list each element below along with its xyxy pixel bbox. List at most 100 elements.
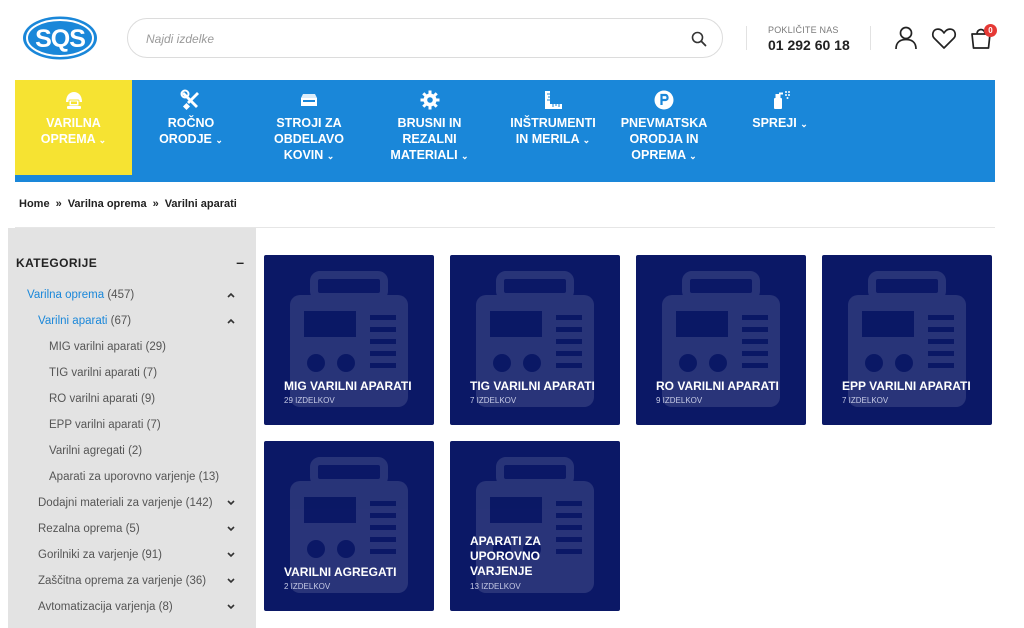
category-count: (2) [128,445,143,457]
chevron-down-icon: ⌄ [461,151,469,161]
sqs-logo[interactable]: SQS [22,16,98,60]
chevron-down-icon[interactable] [226,603,236,611]
category-count: (142) [185,497,213,509]
category-avtomatizacija[interactable]: Avtomatizacija varjenja (8) [38,601,173,613]
category-dodajni-materiali[interactable]: Dodajni materiali za varjenje (142) [38,497,213,509]
tile-count: 7 IZDELKOV [470,396,517,405]
breadcrumb-varilna-oprema[interactable]: Varilna oprema [68,198,147,210]
nav-item-rocno-orodje[interactable]: ROČNO ORODJE ⌄ [132,80,250,175]
category-label: Zaščitna oprema za varjenje [38,575,183,587]
tile-count: 7 IZDELKOV [842,396,889,405]
tools-icon [180,89,199,111]
category-mig-varilni-aparati[interactable]: MIG varilni aparati (29) [49,341,166,353]
category-label: Varilna oprema [27,289,105,301]
spray-icon [774,91,790,109]
category-tile-ro[interactable]: RO VARILNI APARATI 9 IZDELKOV [636,255,806,425]
category-label: MIG varilni aparati [49,341,143,353]
chevron-up-icon[interactable] [226,291,236,299]
search-input[interactable] [146,29,666,49]
gear-icon [420,90,439,110]
category-label: Gorilniki za varjenje [38,549,139,561]
breadcrumb-home[interactable]: Home [19,198,50,210]
chevron-down-icon: ⌄ [800,119,808,129]
breadcrumb: Home » Varilna oprema » Varilni aparati [19,198,237,210]
category-count: (36) [185,575,207,587]
tile-count: 13 IZDELKOV [470,582,521,591]
tile-title: VARILNI AGREGATI [284,565,397,579]
user-icon[interactable] [892,24,920,52]
category-tile-mig[interactable]: MIG VARILNI APARATI 29 IZDELKOV [264,255,434,425]
sidebar-title: KATEGORIJE [16,256,98,270]
ruler-icon [545,91,562,109]
category-label: RO varilni aparati [49,393,138,405]
helmet-icon [65,92,82,109]
chevron-down-icon: ⌄ [582,135,591,145]
category-tile-tig[interactable]: TIG VARILNI APARATI 7 IZDELKOV [450,255,620,425]
nav-item-brusni-in-rezalni-materiali[interactable]: BRUSNI IN REZALNI MATERIALI ⌄ [368,80,491,175]
chevron-down-icon[interactable] [226,551,236,559]
nav-bar: VARILNA OPREMA ⌄ ROČNO ORODJE ⌄ STROJI Z… [15,80,995,182]
nav-item-varilna-oprema[interactable]: VARILNA OPREMA ⌄ [15,80,132,175]
phone-number[interactable]: 01 292 60 18 [768,37,850,53]
collapse-icon[interactable]: – [236,254,244,270]
category-gorilniki[interactable]: Gorilniki za varjenje (91) [38,549,162,561]
category-aparati-za-uporovno-varjenje[interactable]: Aparati za uporovno varjenje (13) [49,471,219,483]
category-count: (67) [110,315,132,327]
tile-title: TIG VARILNI APARATI [470,379,595,393]
category-count: (7) [146,419,161,431]
category-label: Avtomatizacija varjenja [38,601,156,613]
category-label: Varilni aparati [38,315,108,327]
chevron-down-icon: ⌄ [98,135,107,145]
category-label: Aparati za uporovno varjenje [49,471,196,483]
chevron-down-icon: ⌄ [326,151,335,161]
category-label: Rezalna oprema [38,523,123,535]
tile-count: 2 IZDELKOV [284,582,331,591]
tile-title: RO VARILNI APARATI [656,379,779,393]
tile-title: APARATI ZA UPOROVNO VARJENJE [470,534,541,578]
chevron-down-icon[interactable] [226,499,236,507]
category-epp-varilni-aparati[interactable]: EPP varilni aparati (7) [49,419,161,431]
nav-item-stroji-za-obdelavo-kovin[interactable]: STROJI ZA OBDELAVO KOVIN ⌄ [250,80,368,175]
chevron-down-icon[interactable] [226,525,236,533]
tile-title: MIG VARILNI APARATI [284,379,412,393]
tile-count: 29 IZDELKOV [284,396,335,405]
category-label: Dodajni materiali za varjenje [38,497,183,509]
nav-item-pnevmatska-orodja-in-oprema[interactable]: PNEVMATSKA ORODJA IN OPREMA ⌄ [615,80,713,175]
category-varilna-oprema[interactable]: Varilna oprema (457) [27,289,134,301]
nav-item-instrumenti-in-merila[interactable]: INŠTRUMENTI IN MERILA ⌄ [491,80,615,175]
chevron-up-icon[interactable] [226,317,236,325]
category-label: EPP varilni aparati [49,419,144,431]
category-tile-epp[interactable]: EPP VARILNI APARATI 7 IZDELKOV [822,255,992,425]
breadcrumb-separator: » [55,198,62,210]
chevron-down-icon[interactable] [226,577,236,585]
category-count: (9) [141,393,156,405]
breadcrumb-separator: » [152,198,159,210]
search-icon[interactable] [690,30,708,48]
nav-label: VARILNA OPREMA [40,116,101,146]
category-zascitna-oprema[interactable]: Zaščitna oprema za varjenje (36) [38,575,206,587]
category-count: (29) [145,341,166,353]
category-sidebar: KATEGORIJE – Varilna oprema (457) Variln… [8,228,256,628]
pneumatic-icon [654,90,674,110]
nav-item-spreji[interactable]: SPREJI ⌄ [735,80,825,175]
category-label: TIG varilni aparati [49,367,140,379]
category-tile-uporovno[interactable]: APARATI ZA UPOROVNO VARJENJE 13 IZDELKOV [450,441,620,611]
nav-label: ROČNO ORODJE [159,116,215,146]
category-rezalna-oprema[interactable]: Rezalna oprema (5) [38,523,140,535]
category-count: (5) [125,523,140,535]
category-varilni-agregati[interactable]: Varilni agregati (2) [49,445,142,457]
category-tig-varilni-aparati[interactable]: TIG varilni aparati (7) [49,367,157,379]
phone-label: POKLIČITE NAS [768,25,839,35]
category-tile-agregati[interactable]: VARILNI AGREGATI 2 IZDELKOV [264,441,434,611]
search-bar [127,18,723,58]
heart-icon[interactable] [930,24,958,52]
category-label: Varilni agregati [49,445,125,457]
category-count: (91) [141,549,163,561]
category-ro-varilni-aparati[interactable]: RO varilni aparati (9) [49,393,155,405]
chevron-down-icon: ⌄ [689,151,697,161]
category-count: (7) [142,367,158,379]
category-varilni-aparati[interactable]: Varilni aparati (67) [38,315,131,327]
tile-title: EPP VARILNI APARATI [842,379,971,393]
tile-count: 9 IZDELKOV [656,396,703,405]
chevron-down-icon: ⌄ [215,135,223,145]
